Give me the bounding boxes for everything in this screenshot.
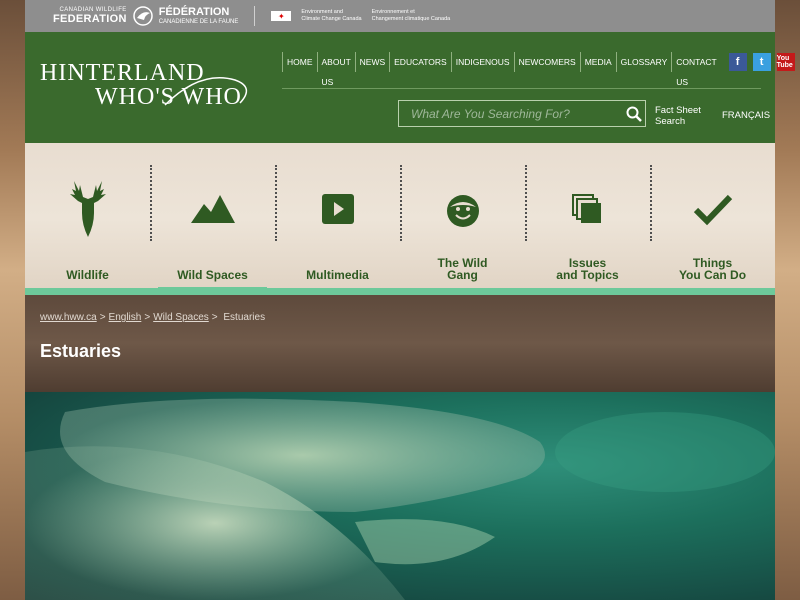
partner-bar: CANADIAN WILDLIFE FEDERATION FÉDÉRATION … [25, 0, 775, 32]
nav-things-label: You Can Do [678, 268, 747, 282]
social-links: f t You Tube [728, 53, 795, 71]
fact-sheet-search-link[interactable]: Fact Sheet Search [655, 105, 701, 127]
nav-wildlife[interactable]: Wildlife [25, 143, 150, 295]
nav-wildlife-label: Wildlife [66, 268, 109, 282]
cwf-en-big: FEDERATION [53, 13, 127, 25]
breadcrumb-home[interactable]: www.hww.ca [40, 312, 97, 323]
eccc-en[interactable]: Environment and Climate Change Canada [301, 9, 361, 23]
beluga-whale-image [25, 398, 775, 600]
pages-icon [571, 194, 601, 223]
nav-issues-label: and Topics [556, 268, 619, 282]
eccc-fr[interactable]: Environnement et Changement climatique C… [372, 9, 451, 23]
background-right [775, 0, 800, 600]
nav-wild-gang[interactable]: The Wild Gang [400, 143, 525, 295]
top-navigation: HOME ABOUT US NEWS EDUCATORS INDIGENOUS … [282, 52, 795, 87]
nav-things-you-can-do[interactable]: Things You Can Do [650, 143, 775, 295]
header-divider [282, 88, 761, 89]
search-box [398, 100, 646, 127]
topnav-news[interactable]: NEWS [354, 52, 390, 72]
nav-issues-topics[interactable]: Issues and Topics [525, 143, 650, 295]
play-icon [321, 194, 354, 224]
topnav-newcomers[interactable]: NEWCOMERS [513, 52, 580, 72]
cwf-fr-small: CANADIENNE DE LA FAUNE [158, 19, 239, 25]
topnav-contact-us[interactable]: CONTACT US [671, 52, 720, 87]
main-navigation: Wildlife Wild Spaces Multimedia The Wild… [25, 143, 775, 295]
topnav-home[interactable]: HOME [282, 52, 317, 72]
topnav-educators[interactable]: EDUCATORS [389, 52, 451, 72]
mountain-icon [190, 195, 235, 223]
canada-flag-icon: ✦ [271, 11, 292, 21]
cwf-bird-icon [132, 6, 153, 26]
topnav-about-us[interactable]: ABOUT US [316, 52, 355, 87]
breadcrumb: www.hww.ca > English > Wild Spaces > Estuarie… [40, 312, 266, 323]
logo-swoosh-icon [164, 77, 248, 106]
twitter-icon[interactable]: t [752, 53, 771, 71]
topnav-indigenous[interactable]: INDIGENOUS [450, 52, 514, 72]
breadcrumb-english[interactable]: English [109, 312, 142, 323]
search-icon[interactable] [623, 106, 645, 122]
title-band: www.hww.ca > English > Wild Spaces > Estuarie… [25, 295, 775, 392]
nav-wild-gang-label: Gang [447, 268, 478, 282]
face-icon [446, 195, 479, 227]
page-title: Estuaries [40, 341, 122, 361]
hero-image [25, 392, 775, 600]
nav-wild-spaces[interactable]: Wild Spaces [150, 143, 275, 295]
language-toggle[interactable]: FRANÇAIS [722, 110, 770, 121]
check-icon [693, 194, 732, 226]
breadcrumb-wild-spaces[interactable]: Wild Spaces [153, 312, 209, 323]
deer-icon [69, 181, 106, 237]
nav-wild-spaces-label: Wild Spaces [177, 268, 248, 282]
page: CANADIAN WILDLIFE FEDERATION FÉDÉRATION … [25, 0, 795, 600]
site-header: HINTERLAND WHO'S WHO HOME ABOUT US NEWS … [25, 32, 795, 143]
site-logo[interactable]: HINTERLAND WHO'S WHO [40, 60, 248, 111]
fact-sheet-line2: Search [655, 116, 686, 127]
search-input[interactable] [399, 105, 623, 122]
nav-multimedia-label: Multimedia [306, 268, 369, 282]
breadcrumb-current: Estuaries [223, 312, 266, 323]
fact-sheet-line1: Fact Sheet [655, 105, 701, 116]
cwf-logo[interactable]: CANADIAN WILDLIFE FEDERATION FÉDÉRATION … [53, 6, 238, 26]
topnav-glossary[interactable]: GLOSSARY [615, 52, 672, 72]
youtube-icon[interactable]: You Tube [776, 53, 795, 71]
background-left [0, 0, 25, 600]
facebook-icon[interactable]: f [728, 53, 747, 71]
topnav-media[interactable]: MEDIA [579, 52, 616, 72]
nav-baseline [25, 288, 775, 295]
partner-divider [254, 6, 256, 26]
nav-multimedia[interactable]: Multimedia [275, 143, 400, 295]
cwf-fr-big: FÉDÉRATION [158, 6, 230, 18]
